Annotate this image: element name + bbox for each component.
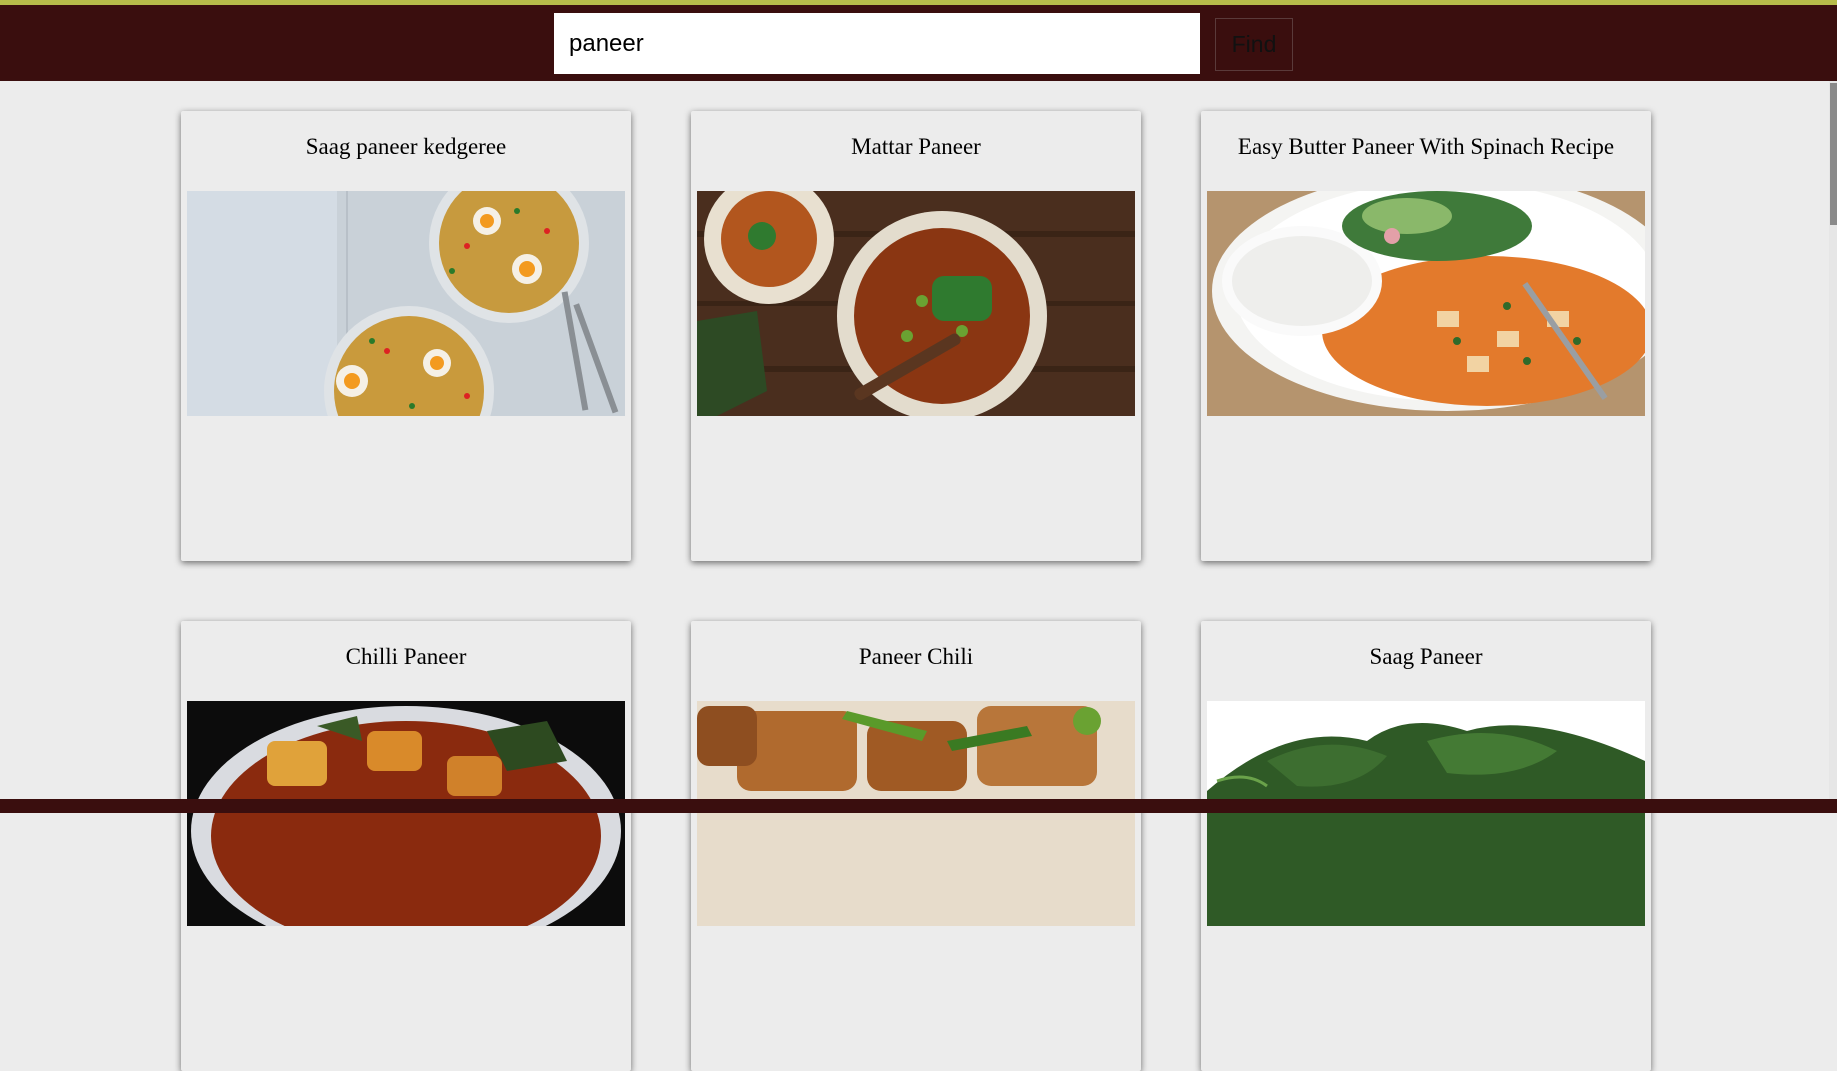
recipe-card[interactable]: Mattar Paneer [691,111,1141,561]
recipe-image[interactable] [697,701,1135,926]
recipe-card[interactable]: Chilli Paneer [181,621,631,1071]
recipe-image[interactable] [1207,191,1645,416]
recipe-image[interactable] [1207,701,1645,926]
recipe-image[interactable] [187,701,625,926]
search-input[interactable] [554,13,1200,74]
scrollbar-thumb[interactable] [1830,83,1837,225]
bottom-bar [0,799,1837,813]
recipe-image[interactable] [697,191,1135,416]
recipe-card[interactable]: Saag paneer kedgeree [181,111,631,561]
recipe-card[interactable]: Paneer Chili [691,621,1141,1071]
recipe-title: Saag Paneer [1369,644,1483,669]
recipe-title: Paneer Chili [858,644,974,669]
recipe-card[interactable]: Saag Paneer [1201,621,1651,1071]
recipe-title: Saag paneer kedgeree [305,134,507,159]
find-button[interactable]: Find [1215,18,1293,71]
recipe-title: Easy Butter Paneer With Spinach Recipe [1237,134,1615,159]
recipe-card[interactable]: Easy Butter Paneer With Spinach Recipe [1201,111,1651,561]
recipe-image[interactable] [187,191,625,416]
search-header: Find [0,5,1837,81]
recipe-title: Chilli Paneer [345,644,467,669]
recipe-title: Mattar Paneer [851,134,981,159]
